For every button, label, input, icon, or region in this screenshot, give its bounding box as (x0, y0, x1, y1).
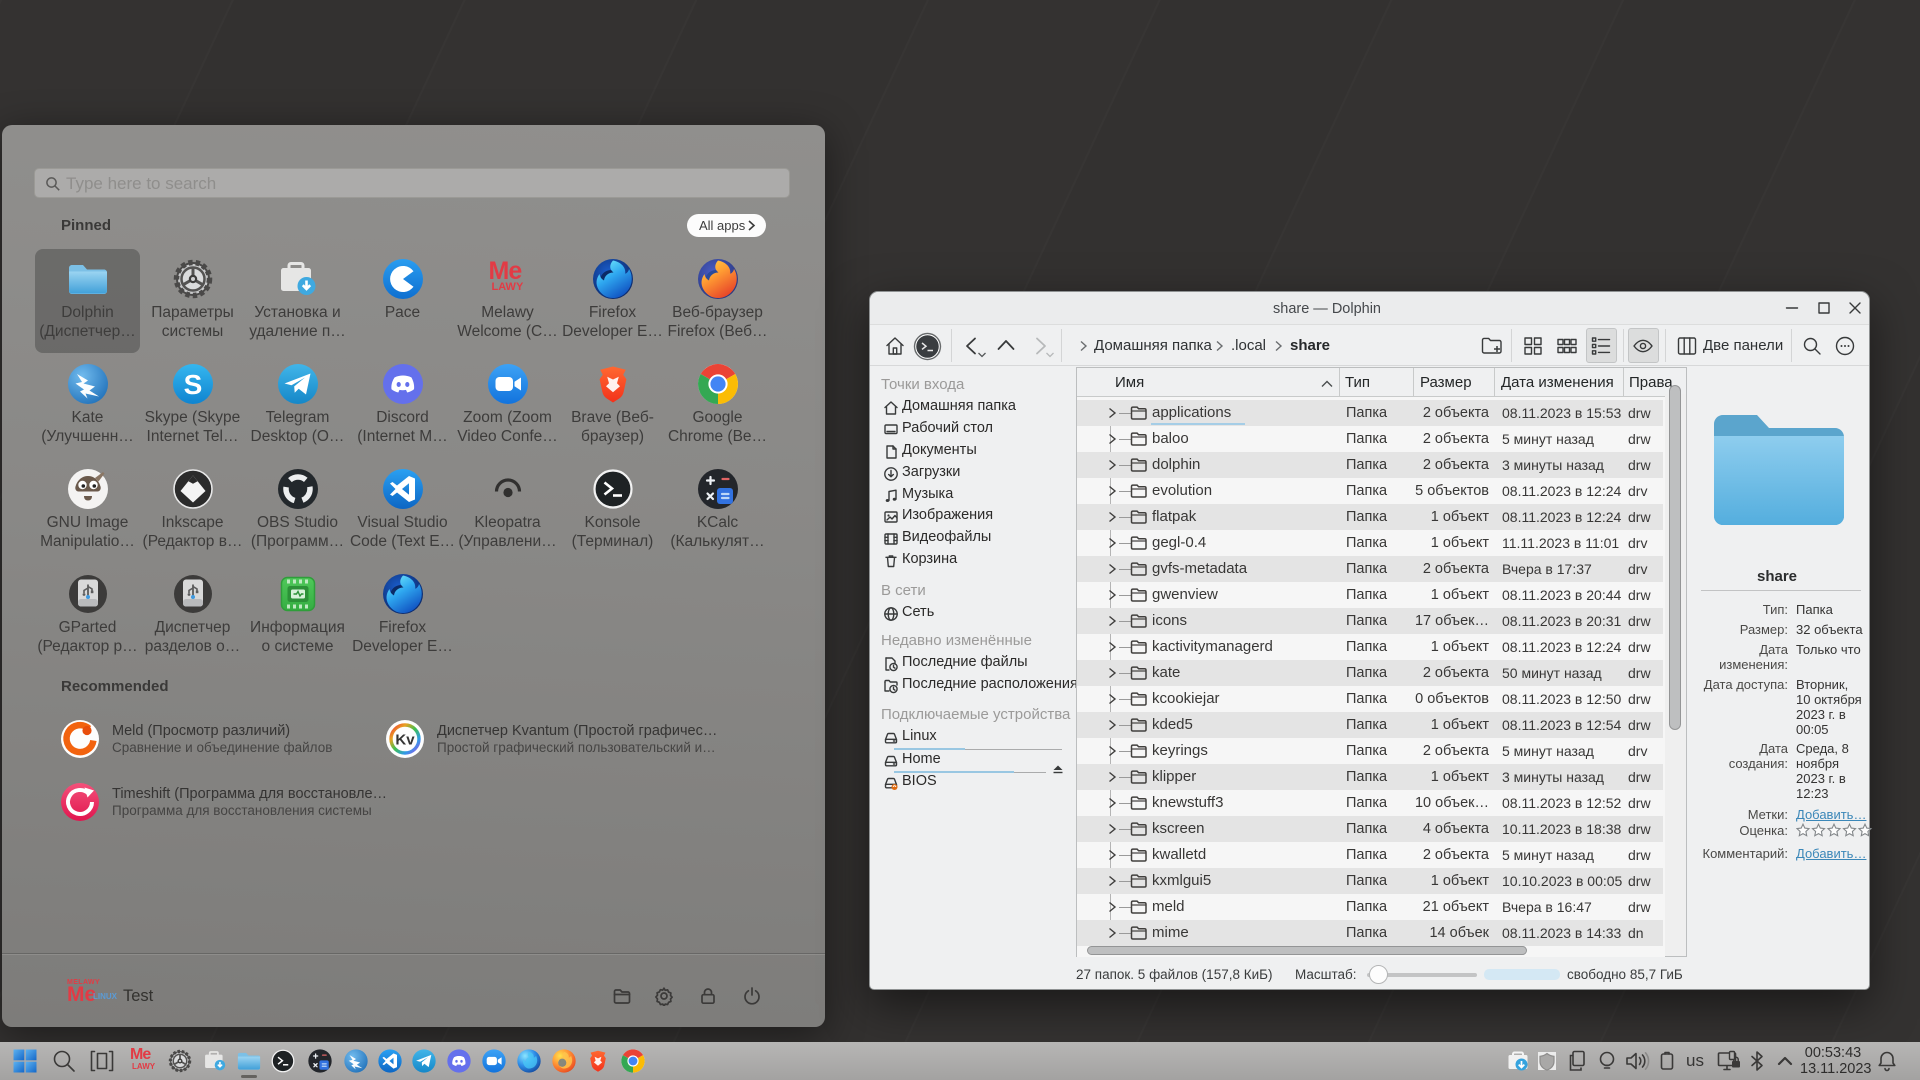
svg-text:S: S (183, 369, 202, 400)
svg-text:Kv: Kv (395, 732, 415, 749)
